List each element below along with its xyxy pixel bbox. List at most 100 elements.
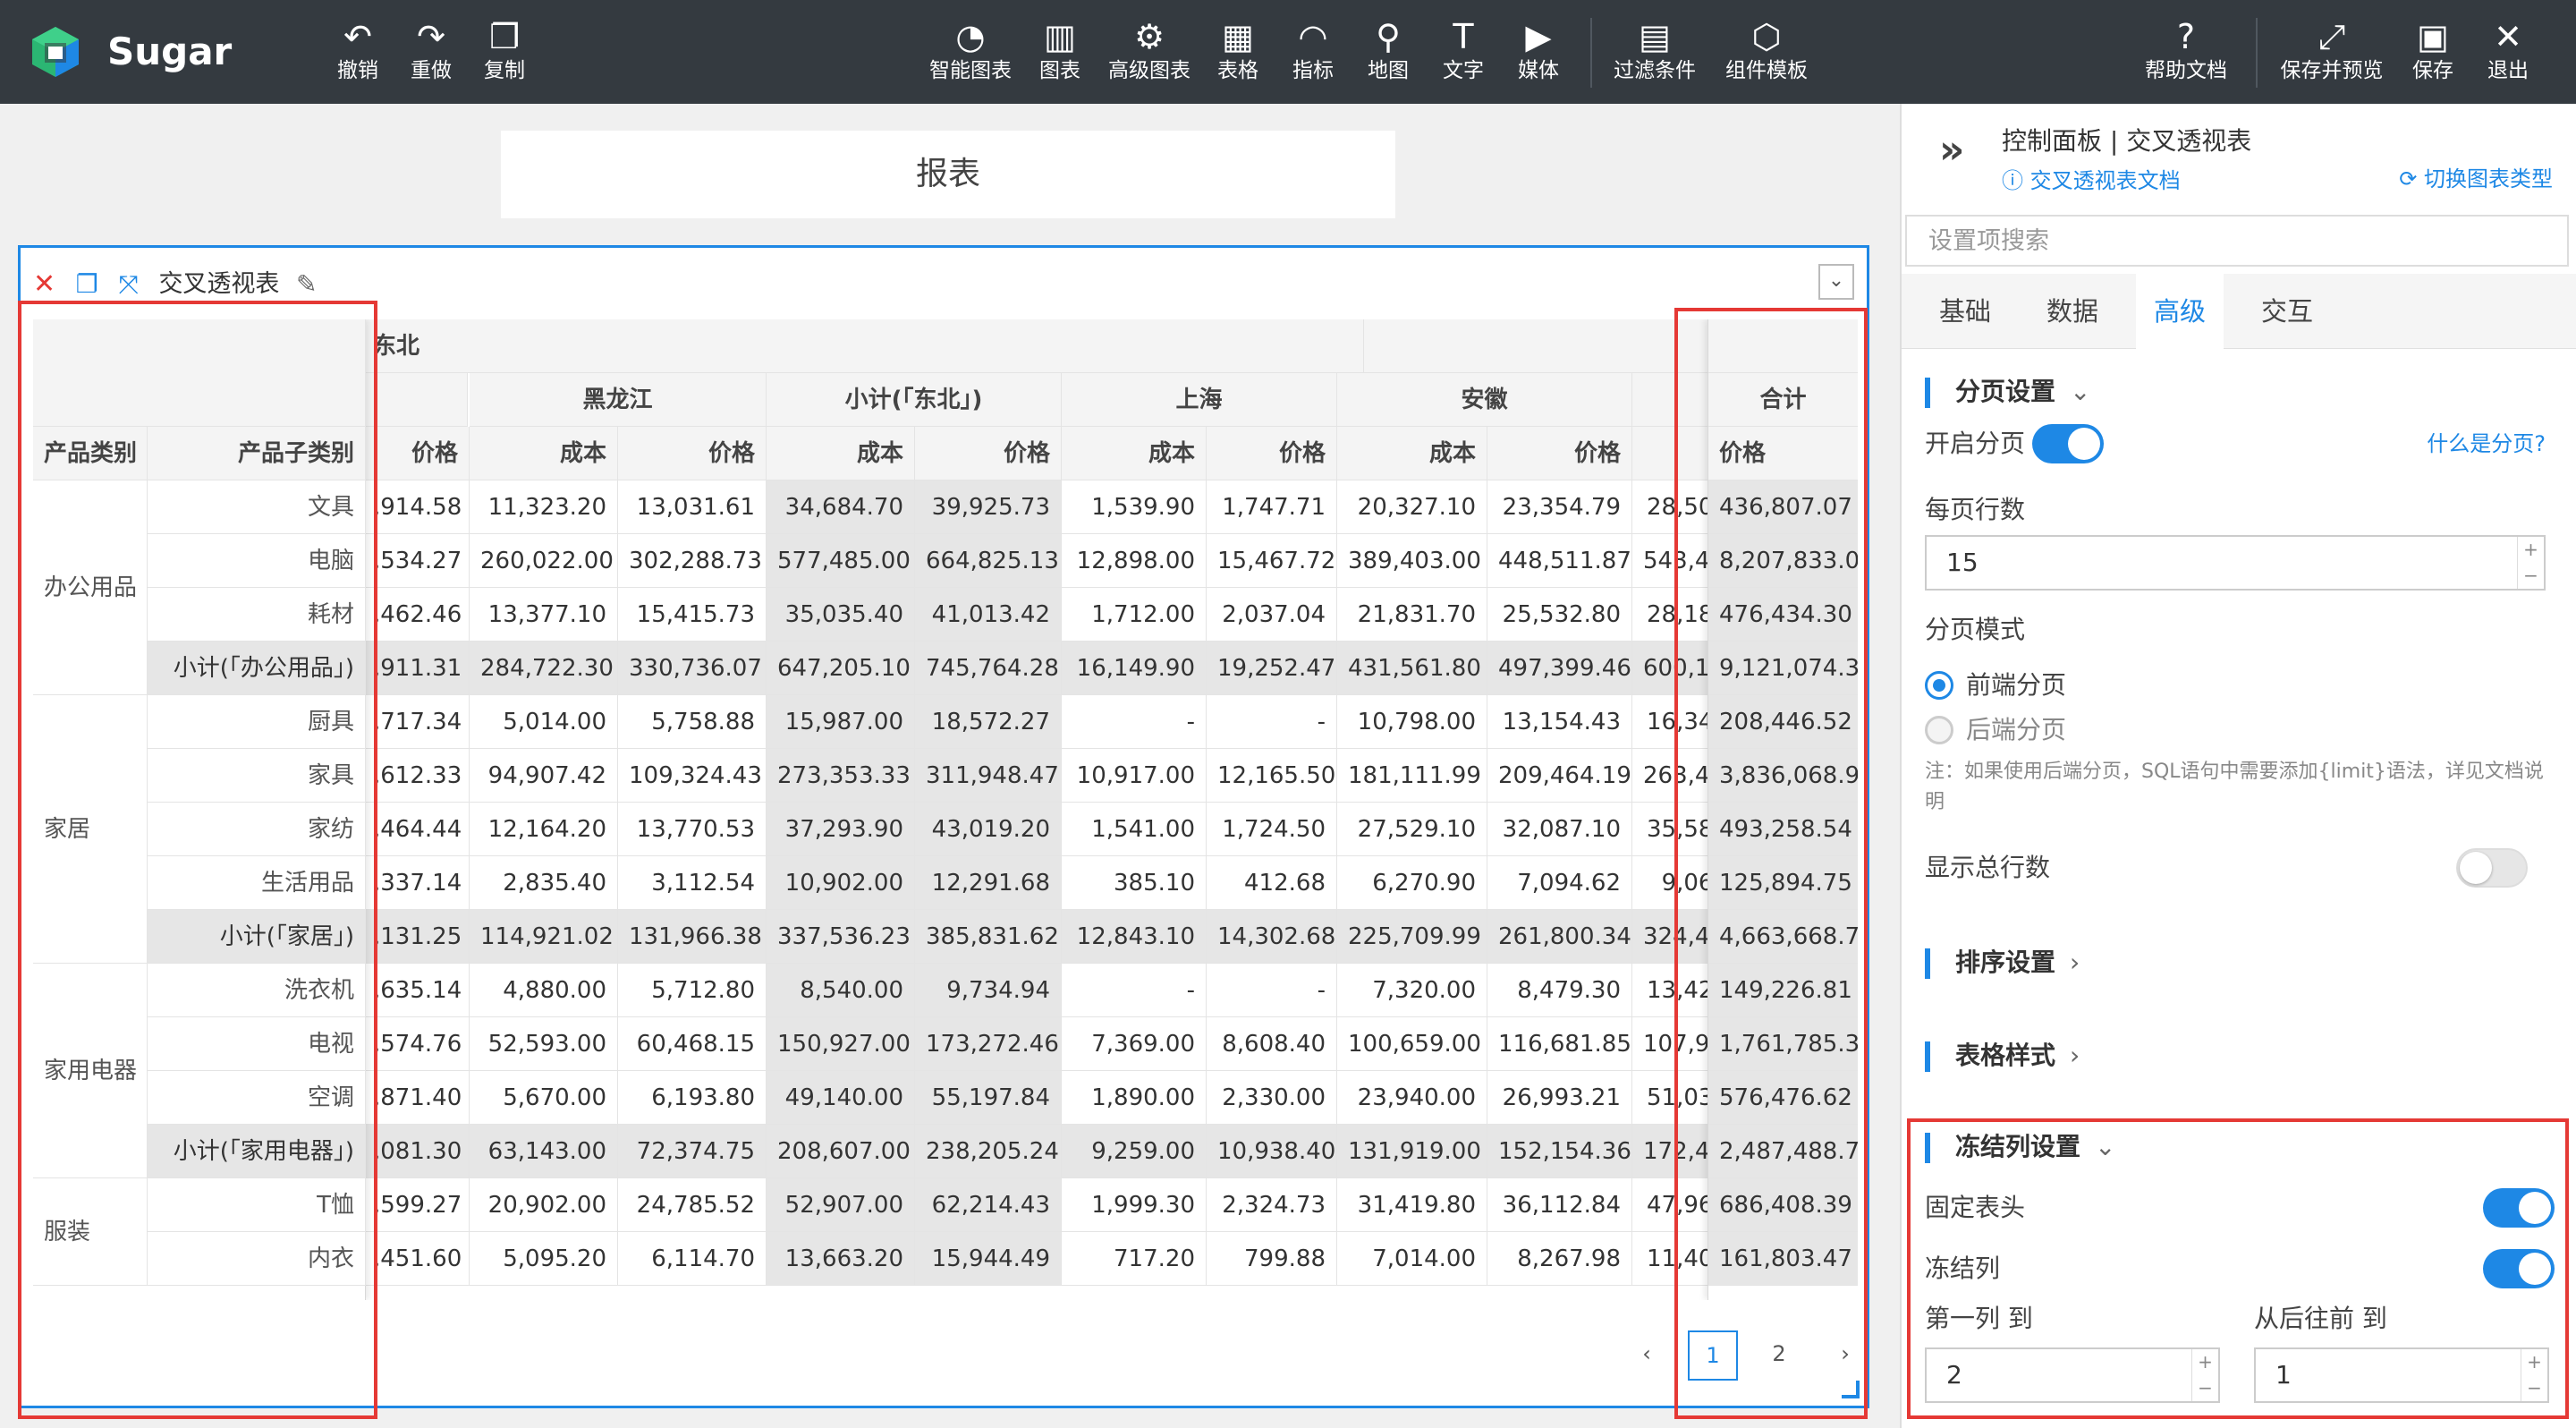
subcategory-cell[interactable]: 家纺: [148, 803, 366, 856]
table-cell[interactable]: 448,511.87: [1487, 534, 1632, 588]
total-cell[interactable]: 161,803.47: [1708, 1232, 1858, 1286]
table-cell[interactable]: 37,293.90: [767, 803, 915, 856]
table-cell[interactable]: 9,734.94: [915, 964, 1062, 1017]
total-cell[interactable]: 3,836,068.94: [1708, 749, 1858, 803]
first-col-to-stepper[interactable]: + −: [2191, 1349, 2218, 1401]
table-cell[interactable]: 8,267.98: [1487, 1232, 1632, 1286]
total-cell[interactable]: 8,207,833.02: [1708, 534, 1858, 588]
rows-per-page-stepper[interactable]: + −: [2517, 537, 2544, 589]
table-cell[interactable]: 2,324.73: [1207, 1178, 1337, 1232]
table-cell[interactable]: 1,712.00: [1062, 588, 1207, 642]
table-cell[interactable]: 7,320.00: [1337, 964, 1487, 1017]
table-cell[interactable]: 15,944.49: [915, 1232, 1062, 1286]
total-cell[interactable]: 208,446.52: [1708, 695, 1858, 749]
table-cell[interactable]: ,911.31: [362, 642, 470, 695]
toolbar-cube-button[interactable]: ⬡ 组件模板: [1712, 16, 1821, 91]
measure-header[interactable]: 价格: [1207, 427, 1337, 480]
table-cell[interactable]: 8,479.30: [1487, 964, 1632, 1017]
table-cell[interactable]: 6,270.90: [1337, 856, 1487, 910]
from-back-to-stepper[interactable]: + −: [2521, 1349, 2547, 1401]
table-cell[interactable]: 109,324.43: [618, 749, 767, 803]
toolbar-help-button[interactable]: ? 帮助文档: [2138, 16, 2234, 91]
tab-advanced[interactable]: 高级: [2136, 274, 2224, 349]
total-cell[interactable]: 436,807.07: [1708, 480, 1858, 534]
table-cell[interactable]: 1,539.90: [1062, 480, 1207, 534]
table-cell[interactable]: ,131.25: [362, 910, 470, 964]
enable-paging-toggle[interactable]: [2032, 424, 2104, 463]
table-cell[interactable]: 43,019.20: [915, 803, 1062, 856]
delete-icon[interactable]: ✕: [33, 267, 55, 302]
first-col-to-input[interactable]: 2 + −: [1925, 1347, 2220, 1403]
table-cell[interactable]: 49,140.00: [767, 1071, 915, 1125]
table-cell[interactable]: 8,608.40: [1207, 1017, 1337, 1071]
table-cell[interactable]: 12,164.20: [470, 803, 618, 856]
table-cell[interactable]: 7,369.00: [1062, 1017, 1207, 1071]
table-cell[interactable]: 12,165.50: [1207, 749, 1337, 803]
category-header[interactable]: 产品类别: [33, 427, 148, 480]
table-cell[interactable]: 52,593.00: [470, 1017, 618, 1071]
table-cell[interactable]: 13,377.10: [470, 588, 618, 642]
table-cell[interactable]: ,612.33: [362, 749, 470, 803]
table-cell[interactable]: 10,938.40: [1207, 1125, 1337, 1178]
table-cell[interactable]: 6,193.80: [618, 1071, 767, 1125]
table-cell[interactable]: 431,561.80: [1337, 642, 1487, 695]
stepper-up-icon[interactable]: +: [2192, 1349, 2218, 1375]
table-cell[interactable]: 302,288.73: [618, 534, 767, 588]
table-cell[interactable]: 36,112.84: [1487, 1178, 1632, 1232]
toolbar-smart-chart-button[interactable]: ◔ 智能图表: [921, 16, 1020, 91]
subcategory-cell[interactable]: 电脑: [148, 534, 366, 588]
toolbar-expand-button[interactable]: ⤢ 保存并预览: [2272, 16, 2392, 91]
rows-per-page-input[interactable]: 15 + −: [1925, 535, 2546, 591]
toolbar-media-button[interactable]: ▶ 媒体: [1504, 16, 1572, 91]
table-cell[interactable]: 27,529.10: [1337, 803, 1487, 856]
table-cell[interactable]: 260,022.00: [470, 534, 618, 588]
table-cell[interactable]: 11,323.20: [470, 480, 618, 534]
table-cell[interactable]: ,635.14: [362, 964, 470, 1017]
table-cell[interactable]: 72,374.75: [618, 1125, 767, 1178]
freeze-columns-toggle[interactable]: [2483, 1249, 2555, 1288]
table-cell[interactable]: 15,467.72: [1207, 534, 1337, 588]
pager-page-1[interactable]: 1: [1688, 1330, 1738, 1381]
table-cell[interactable]: ,464.44: [362, 803, 470, 856]
settings-search-input[interactable]: [1905, 215, 2569, 267]
measure-header[interactable]: 成本: [767, 427, 915, 480]
widget-resize-handle[interactable]: [1842, 1381, 1860, 1398]
table-cell[interactable]: 14,302.68: [1207, 910, 1337, 964]
measure-header[interactable]: 价格: [618, 427, 767, 480]
table-cell[interactable]: 32,087.10: [1487, 803, 1632, 856]
measure-header[interactable]: 价格: [362, 427, 470, 480]
stepper-down-icon[interactable]: −: [2192, 1375, 2218, 1401]
toolbar-filter-button[interactable]: ▤ 过滤条件: [1606, 16, 1703, 91]
total-cell[interactable]: 686,408.39: [1708, 1178, 1858, 1232]
table-cell[interactable]: 10,798.00: [1337, 695, 1487, 749]
table-cell[interactable]: 7,094.62: [1487, 856, 1632, 910]
toolbar-advanced-chart-button[interactable]: ⚙ 高级图表: [1100, 16, 1199, 91]
table-cell[interactable]: 3,112.54: [618, 856, 767, 910]
total-cell[interactable]: 125,894.75: [1708, 856, 1858, 910]
toolbar-bar-chart-button[interactable]: ▥ 图表: [1027, 16, 1093, 91]
table-cell[interactable]: 24,785.52: [618, 1178, 767, 1232]
subcategory-cell[interactable]: 空调: [148, 1071, 366, 1125]
subcategory-header[interactable]: 产品子类别: [148, 427, 366, 480]
table-cell[interactable]: 273,353.33: [767, 749, 915, 803]
toolbar-close-button[interactable]: ✕ 退出: [2474, 16, 2542, 91]
table-cell[interactable]: -: [1062, 964, 1207, 1017]
table-cell[interactable]: 385,831.62: [915, 910, 1062, 964]
subcategory-cell[interactable]: 耗材: [148, 588, 366, 642]
total-cell[interactable]: 4,663,668.75: [1708, 910, 1858, 964]
table-cell[interactable]: 311,948.47: [915, 749, 1062, 803]
subcategory-cell[interactable]: 电视: [148, 1017, 366, 1071]
freeze-section-header[interactable]: 冻结列设置 ⌄: [1925, 1129, 2115, 1165]
table-cell[interactable]: 39,925.73: [915, 480, 1062, 534]
table-cell[interactable]: 52,907.00: [767, 1178, 915, 1232]
tab-interaction[interactable]: 交互: [2243, 274, 2331, 349]
table-cell[interactable]: ,081.30: [362, 1125, 470, 1178]
subcategory-cell[interactable]: 小计(「家居」): [148, 910, 366, 964]
table-cell[interactable]: 284,722.30: [470, 642, 618, 695]
tab-basic[interactable]: 基础: [1921, 274, 2009, 349]
table-cell[interactable]: ,574.76: [362, 1017, 470, 1071]
table-cell[interactable]: -: [1207, 964, 1337, 1017]
table-cell[interactable]: ,599.27: [362, 1178, 470, 1232]
total-cell[interactable]: 493,258.54: [1708, 803, 1858, 856]
table-cell[interactable]: 5,712.80: [618, 964, 767, 1017]
